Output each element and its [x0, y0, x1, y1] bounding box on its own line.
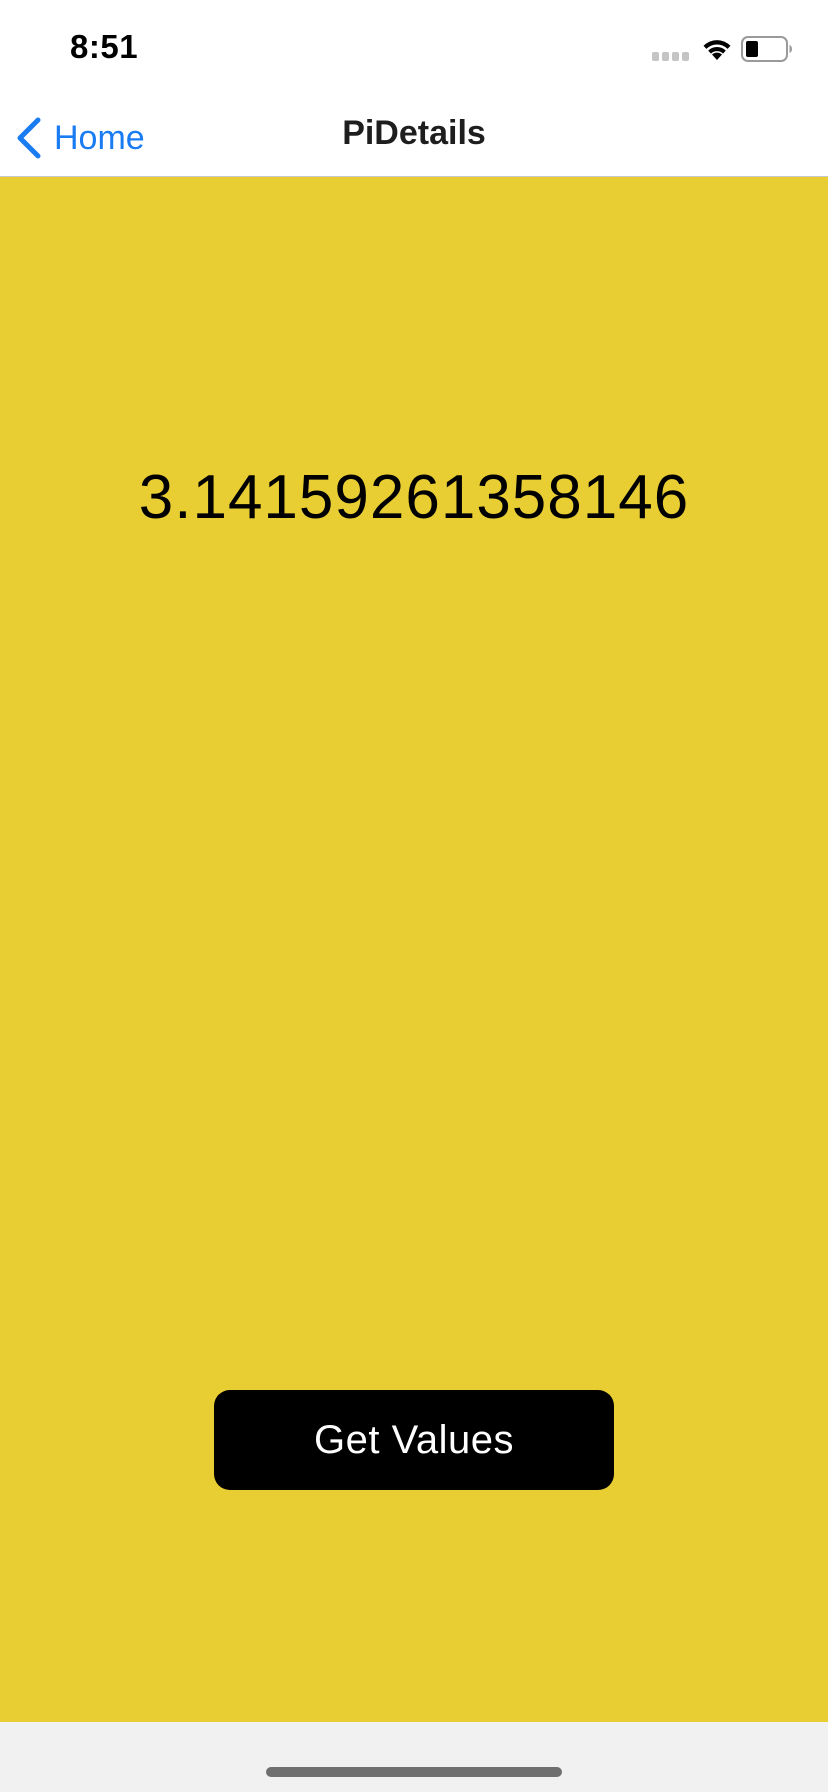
- status-bar: 8:51: [0, 0, 828, 100]
- navigation-bar: Home PiDetails: [0, 100, 828, 177]
- battery-icon: [741, 36, 792, 62]
- screen: 8:51 Home PiDetails 3.14159261358146 Get…: [0, 0, 828, 1792]
- get-values-button[interactable]: Get Values: [214, 1390, 614, 1490]
- home-indicator[interactable]: [266, 1767, 562, 1777]
- pi-value-label: 3.14159261358146: [138, 463, 690, 532]
- wifi-icon: [703, 40, 731, 60]
- signal-icon: [652, 52, 689, 61]
- main-content: 3.14159261358146 Get Values: [0, 177, 828, 1722]
- bottom-safe-area: [0, 1722, 828, 1792]
- page-title: PiDetails: [342, 114, 486, 152]
- status-time: 8:51: [70, 28, 139, 65]
